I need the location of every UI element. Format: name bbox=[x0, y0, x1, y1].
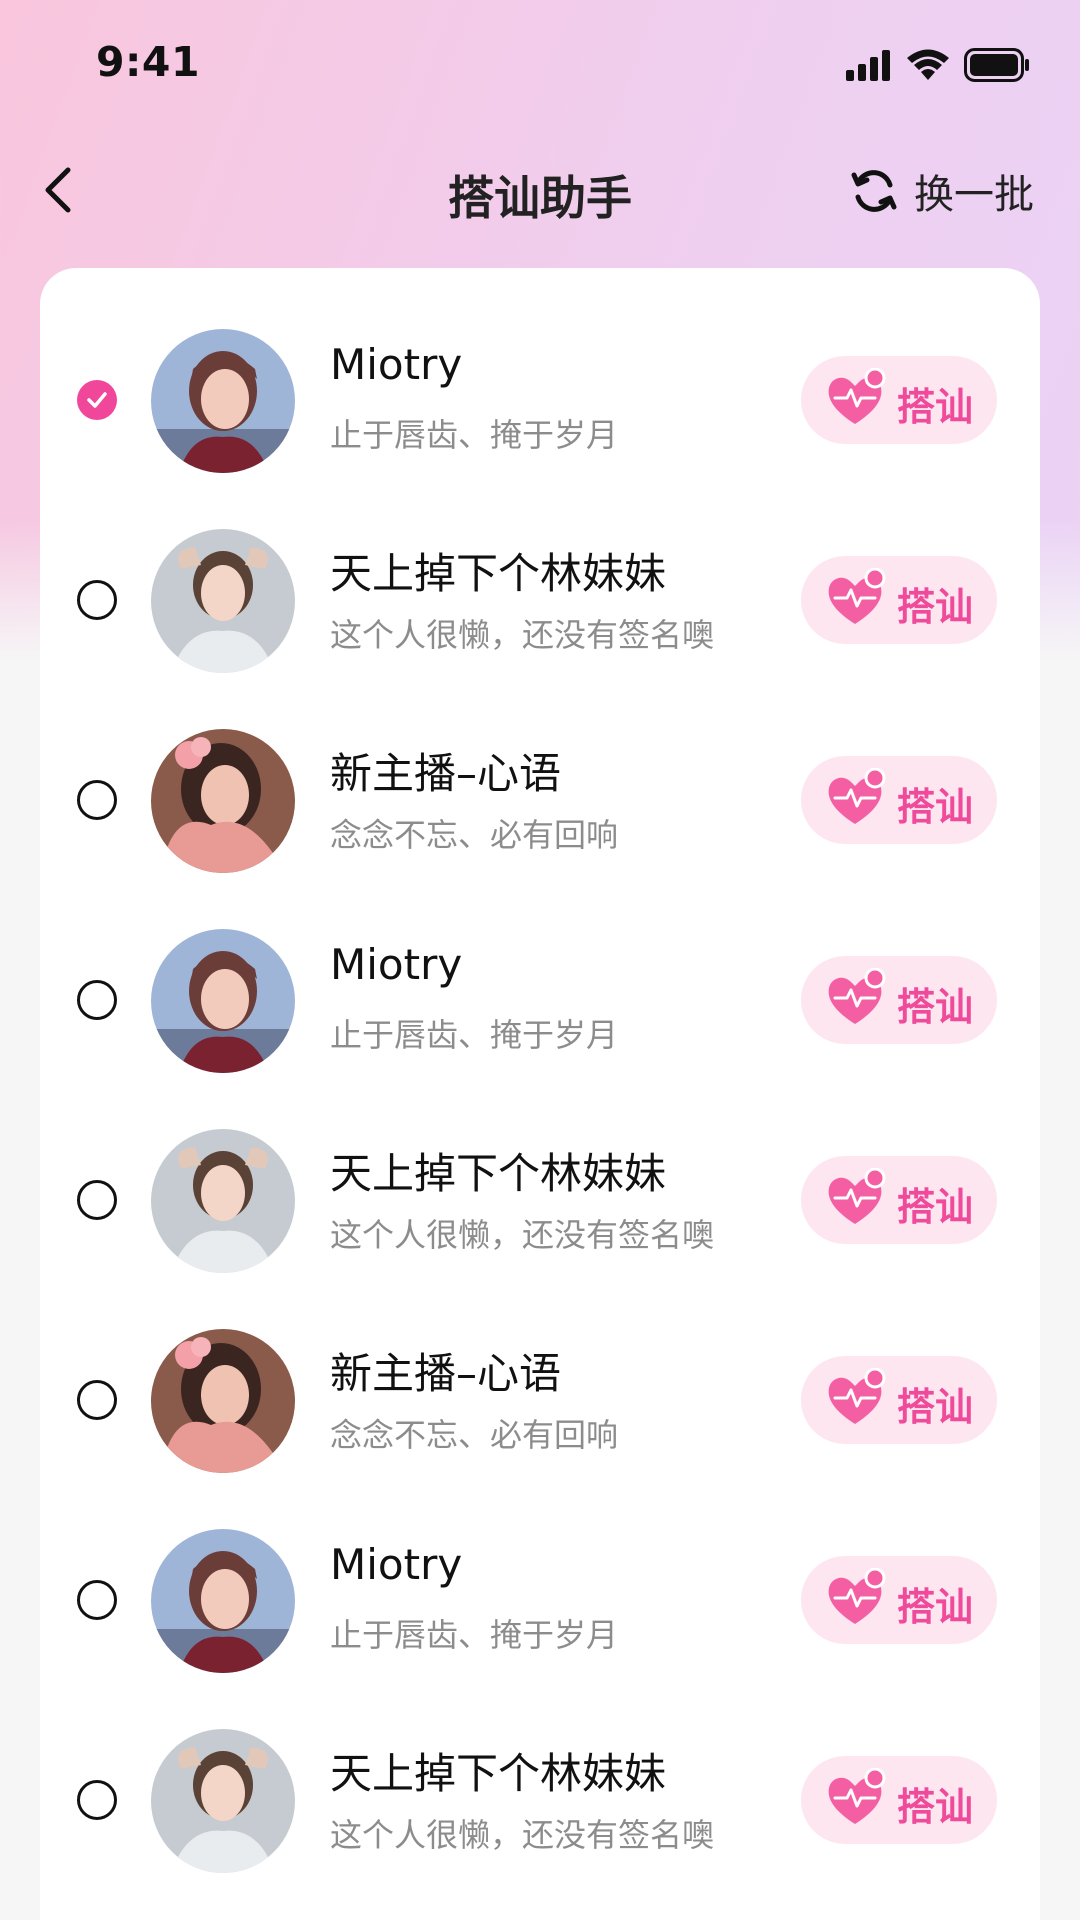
select-radio[interactable] bbox=[77, 1180, 117, 1220]
status-time: 9:41 bbox=[96, 38, 200, 86]
select-radio[interactable] bbox=[77, 380, 117, 420]
heart-pulse-icon bbox=[828, 1368, 886, 1424]
greet-button[interactable]: 搭讪 bbox=[801, 1756, 997, 1844]
heart-pulse-icon bbox=[828, 1568, 886, 1624]
user-name: 新主播–心语 bbox=[330, 1349, 562, 1398]
greet-label: 搭讪 bbox=[897, 1185, 974, 1229]
status-icons bbox=[846, 48, 1030, 82]
heart-pulse-icon bbox=[828, 1168, 886, 1224]
greet-button[interactable]: 搭讪 bbox=[801, 556, 997, 644]
greet-label: 搭讪 bbox=[897, 1385, 974, 1429]
greet-label: 搭讪 bbox=[897, 385, 974, 429]
user-signature: 念念不忘、必有回响 bbox=[330, 1416, 619, 1454]
heart-pulse-icon bbox=[828, 368, 886, 424]
list-item[interactable]: 天上掉下个林妹妹 这个人很懒，还没有签名噢 搭讪 bbox=[40, 1100, 1040, 1300]
user-name: Miotry bbox=[330, 1540, 463, 1589]
user-signature: 这个人很懒，还没有签名噢 bbox=[330, 1216, 715, 1254]
greet-button[interactable]: 搭讪 bbox=[801, 356, 997, 444]
heart-pulse-icon bbox=[828, 768, 886, 824]
list-item[interactable]: Miotry 止于唇齿、掩于岁月 搭讪 bbox=[40, 900, 1040, 1100]
avatar[interactable] bbox=[151, 1729, 295, 1873]
select-radio[interactable] bbox=[77, 1780, 117, 1820]
user-name: 天上掉下个林妹妹 bbox=[330, 549, 667, 598]
user-signature: 这个人很懒，还没有签名噢 bbox=[330, 1816, 715, 1854]
battery-icon bbox=[964, 48, 1029, 82]
user-name: Miotry bbox=[330, 940, 463, 989]
user-signature: 止于唇齿、掩于岁月 bbox=[330, 1616, 619, 1654]
list-item[interactable]: 天上掉下个林妹妹 这个人很懒，还没有签名噢 搭讪 bbox=[40, 1700, 1040, 1900]
greet-button[interactable]: 搭讪 bbox=[801, 1356, 997, 1444]
list-item[interactable]: 新主播–心语 念念不忘、必有回响 搭讪 bbox=[40, 700, 1040, 900]
user-photo bbox=[151, 1329, 295, 1473]
greet-button[interactable]: 搭讪 bbox=[801, 1156, 997, 1244]
user-photo bbox=[151, 1529, 295, 1673]
user-signature: 念念不忘、必有回响 bbox=[330, 816, 619, 854]
list-item[interactable]: 新主播–心语 念念不忘、必有回响 搭讪 bbox=[40, 1300, 1040, 1500]
heart-pulse-icon bbox=[828, 568, 886, 624]
greet-button[interactable]: 搭讪 bbox=[801, 756, 997, 844]
user-photo bbox=[151, 929, 295, 1073]
heart-pulse-icon bbox=[828, 968, 886, 1024]
list-item[interactable]: Miotry 止于唇齿、掩于岁月 搭讪 bbox=[40, 1500, 1040, 1700]
select-radio[interactable] bbox=[77, 780, 117, 820]
heart-pulse-icon bbox=[828, 1768, 886, 1824]
user-photo bbox=[151, 729, 295, 873]
user-photo bbox=[151, 329, 295, 473]
user-photo bbox=[151, 1729, 295, 1873]
user-signature: 止于唇齿、掩于岁月 bbox=[330, 416, 619, 454]
user-signature: 这个人很懒，还没有签名噢 bbox=[330, 616, 715, 654]
user-photo bbox=[151, 529, 295, 673]
greet-label: 搭讪 bbox=[897, 785, 974, 829]
avatar[interactable] bbox=[151, 729, 295, 873]
greet-label: 搭讪 bbox=[897, 1585, 974, 1629]
avatar[interactable] bbox=[151, 1129, 295, 1273]
select-radio[interactable] bbox=[77, 1380, 117, 1420]
select-radio[interactable] bbox=[77, 980, 117, 1020]
check-icon bbox=[87, 392, 107, 408]
greet-button[interactable]: 搭讪 bbox=[801, 1556, 997, 1644]
refresh-icon bbox=[851, 170, 897, 212]
user-signature: 止于唇齿、掩于岁月 bbox=[330, 1016, 619, 1054]
avatar[interactable] bbox=[151, 329, 295, 473]
user-list-card: Miotry 止于唇齿、掩于岁月 搭讪 天上掉下个林妹妹 这个人很懒，还没有签名… bbox=[40, 268, 1040, 1920]
greet-button[interactable]: 搭讪 bbox=[801, 956, 997, 1044]
greet-label: 搭讪 bbox=[897, 1785, 974, 1829]
user-name: 新主播–心语 bbox=[330, 749, 562, 798]
user-name: Miotry bbox=[330, 340, 463, 389]
wifi-icon bbox=[907, 49, 949, 80]
user-name: 天上掉下个林妹妹 bbox=[330, 1149, 667, 1198]
avatar[interactable] bbox=[151, 929, 295, 1073]
select-radio[interactable] bbox=[77, 580, 117, 620]
avatar[interactable] bbox=[151, 1529, 295, 1673]
list-item[interactable]: Miotry 止于唇齿、掩于岁月 搭讪 bbox=[40, 300, 1040, 500]
greet-label: 搭讪 bbox=[897, 585, 974, 629]
status-bar: 9:41 bbox=[0, 0, 1080, 130]
select-radio[interactable] bbox=[77, 1580, 117, 1620]
list-item[interactable]: 天上掉下个林妹妹 这个人很懒，还没有签名噢 搭讪 bbox=[40, 500, 1040, 700]
user-photo bbox=[151, 1129, 295, 1273]
greet-label: 搭讪 bbox=[897, 985, 974, 1029]
user-name: 天上掉下个林妹妹 bbox=[330, 1749, 667, 1798]
avatar[interactable] bbox=[151, 529, 295, 673]
cellular-signal-icon bbox=[846, 50, 890, 81]
navigation-header: 搭讪助手 换一批 bbox=[0, 140, 1080, 240]
refresh-batch-label: 换一批 bbox=[914, 172, 1034, 218]
refresh-batch-button[interactable]: 换一批 bbox=[848, 162, 1034, 220]
avatar[interactable] bbox=[151, 1329, 295, 1473]
